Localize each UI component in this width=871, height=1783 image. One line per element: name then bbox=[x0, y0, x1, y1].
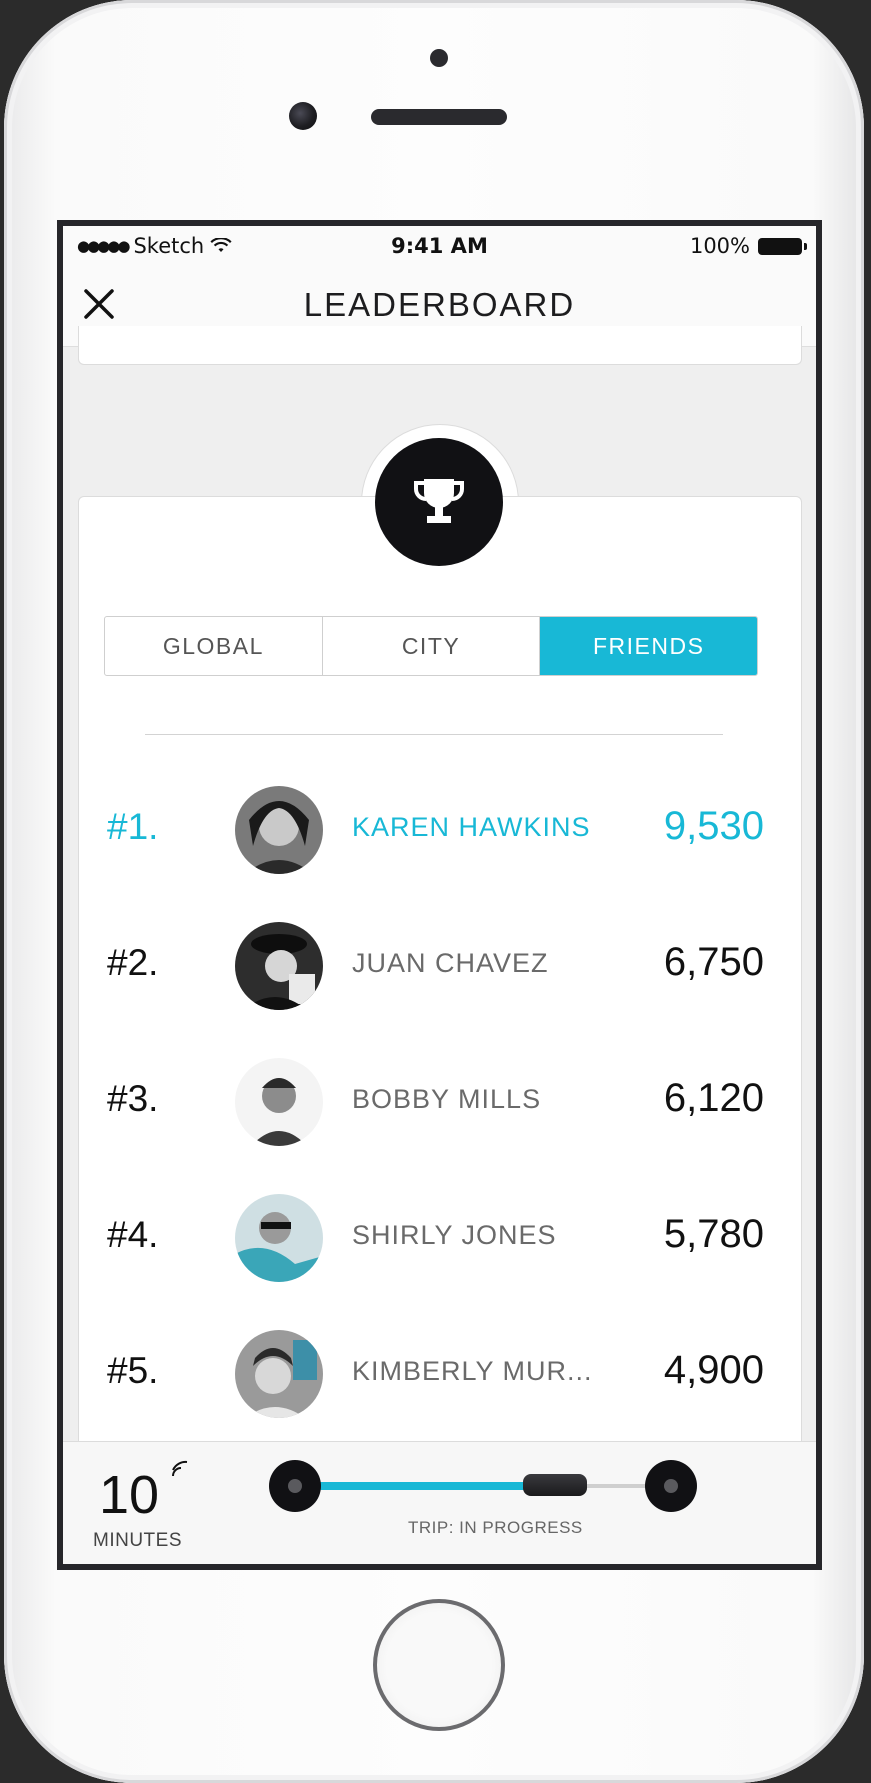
screen: ●●●●● Sketch 9:41 AM 100% LEADERBOARD GL… bbox=[57, 220, 822, 1570]
status-bar: ●●●●● Sketch 9:41 AM 100% bbox=[63, 226, 816, 264]
pickup-node-icon bbox=[269, 1460, 321, 1512]
leaderboard-row[interactable]: #1. KAREN HAWKINS 9,530 bbox=[63, 762, 816, 898]
avatar bbox=[235, 1194, 323, 1282]
user-score: 9,530 bbox=[663, 804, 764, 848]
avatar bbox=[235, 786, 323, 874]
user-name: KAREN HAWKINS bbox=[352, 812, 591, 842]
home-button[interactable] bbox=[373, 1599, 505, 1731]
tab-friends[interactable]: FRIENDS bbox=[539, 617, 757, 675]
car-icon bbox=[523, 1474, 587, 1496]
user-score: 6,120 bbox=[663, 1076, 764, 1120]
rank-label: #1. bbox=[107, 806, 159, 847]
previous-card bbox=[78, 326, 802, 365]
eta-minutes-label: MINUTES bbox=[93, 1530, 182, 1551]
avatar bbox=[235, 922, 323, 1010]
rank-label: #3. bbox=[107, 1078, 159, 1119]
scope-segmented-control: GLOBAL CITY FRIENDS bbox=[104, 616, 758, 676]
trip-status-bar[interactable]: 10 MINUTES TRIP: IN PROGRESS bbox=[63, 1441, 816, 1564]
leaderboard-row[interactable]: #2. JUAN CHAVEZ 6,750 bbox=[63, 898, 816, 1034]
earpiece-speaker bbox=[371, 109, 507, 125]
user-score: 6,750 bbox=[663, 940, 764, 984]
avatar bbox=[235, 1058, 323, 1146]
rank-label: #4. bbox=[107, 1214, 159, 1255]
leaderboard-list: #1. KAREN HAWKINS 9,530 #2. JUAN CHAVEZ … bbox=[63, 762, 816, 1442]
leaderboard-row[interactable]: #3. BOBBY MILLS 6,120 bbox=[63, 1034, 816, 1170]
eta-minutes: 10 bbox=[99, 1465, 160, 1525]
rank-label: #5. bbox=[107, 1350, 159, 1391]
tab-city[interactable]: CITY bbox=[321, 617, 540, 675]
tab-global[interactable]: GLOBAL bbox=[105, 617, 322, 675]
leaderboard-row[interactable]: #5. KIMBERLY MUR... 4,900 bbox=[63, 1306, 816, 1442]
battery-percent: 100% bbox=[689, 234, 750, 258]
user-name: BOBBY MILLS bbox=[352, 1084, 542, 1114]
trip-status-label: TRIP: IN PROGRESS bbox=[408, 1518, 583, 1537]
trip-progress-fill bbox=[295, 1482, 531, 1490]
proximity-sensor bbox=[430, 49, 448, 67]
user-name: KIMBERLY MUR... bbox=[352, 1356, 593, 1386]
dropoff-node-icon bbox=[645, 1460, 697, 1512]
avatar bbox=[235, 1330, 323, 1418]
user-name: JUAN CHAVEZ bbox=[352, 948, 549, 978]
user-name: SHIRLY JONES bbox=[352, 1220, 557, 1250]
leaderboard-row[interactable]: #4. SHIRLY JONES 5,780 bbox=[63, 1170, 816, 1306]
user-score: 5,780 bbox=[663, 1212, 764, 1256]
page-title: LEADERBOARD bbox=[303, 286, 576, 323]
front-camera bbox=[289, 102, 317, 130]
divider bbox=[145, 734, 723, 735]
signal-icon bbox=[172, 1460, 188, 1477]
user-score: 4,900 bbox=[663, 1348, 764, 1392]
rank-label: #2. bbox=[107, 942, 159, 983]
trophy-badge bbox=[375, 438, 503, 566]
phone-frame: ●●●●● Sketch 9:41 AM 100% LEADERBOARD GL… bbox=[4, 0, 864, 1783]
trophy-icon bbox=[414, 479, 464, 523]
battery-icon bbox=[758, 237, 807, 255]
